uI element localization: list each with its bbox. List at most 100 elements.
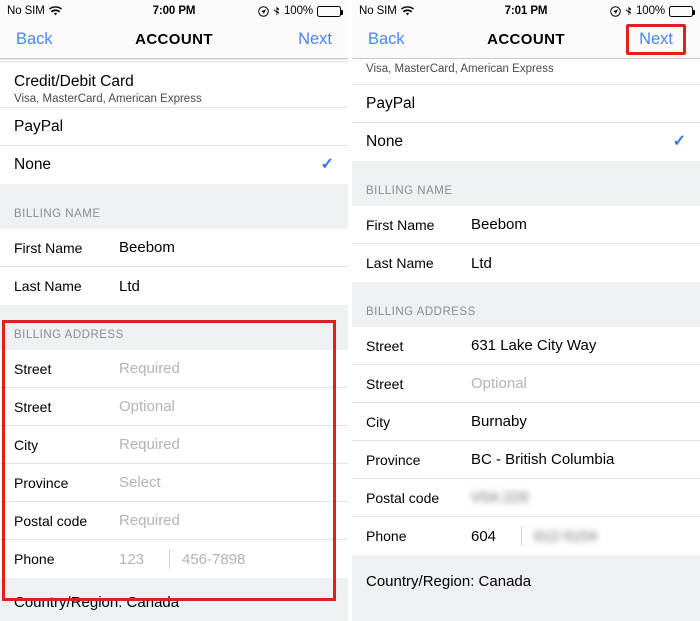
row-label: Province bbox=[366, 451, 421, 468]
row-label: Last Name bbox=[14, 278, 82, 294]
province-select[interactable]: BC - British Columbia bbox=[471, 451, 614, 468]
payment-method-title: None bbox=[14, 156, 52, 173]
navigation-bar: Back ACCOUNT Next bbox=[352, 21, 700, 59]
side-by-side-screenshot-comparison: No SIM 7:00 PM 100% Back ACCOUNT Next Cr… bbox=[0, 0, 700, 621]
postal-code-field[interactable]: Required bbox=[119, 512, 180, 529]
account-form-list: Visa, MasterCard, American Express PayPa… bbox=[352, 59, 700, 600]
billing-address-section-header: BILLING ADDRESS bbox=[0, 305, 348, 350]
battery-percent-label: 100% bbox=[283, 4, 313, 17]
billing-address-group: Street Required Street Optional City Req… bbox=[0, 350, 348, 578]
navigation-bar: Back ACCOUNT Next bbox=[0, 21, 348, 59]
table-row[interactable]: Province BC - British Columbia bbox=[352, 441, 700, 479]
table-row[interactable]: Street Optional bbox=[0, 388, 348, 426]
status-bar: No SIM 7:01 PM 100% bbox=[352, 0, 700, 21]
phone-area-code-field[interactable]: 604 bbox=[471, 528, 515, 545]
list-item[interactable]: Credit/Debit Card Visa, MasterCard, Amer… bbox=[0, 63, 348, 108]
phone-screen-right: No SIM 7:01 PM 100% Back ACCOUNT Next Vi… bbox=[352, 0, 700, 621]
billing-name-section-header: BILLING NAME bbox=[352, 161, 700, 206]
payment-method-group: Credit/Debit Card Visa, MasterCard, Amer… bbox=[0, 63, 348, 184]
account-form-list: Credit/Debit Card Visa, MasterCard, Amer… bbox=[0, 59, 348, 621]
first-name-field[interactable]: Beebom bbox=[119, 239, 175, 256]
list-item[interactable]: PayPal bbox=[352, 85, 700, 123]
table-row[interactable]: Last Name Ltd bbox=[0, 267, 348, 305]
phone-input-group: 604 612-5154 bbox=[471, 526, 597, 546]
row-label: Phone bbox=[366, 528, 407, 544]
wifi-icon bbox=[400, 6, 414, 17]
list-item[interactable]: PayPal bbox=[0, 108, 348, 146]
carrier-label: No SIM bbox=[359, 4, 397, 17]
row-label: First Name bbox=[366, 216, 435, 233]
table-row[interactable]: Last Name Ltd bbox=[352, 244, 700, 282]
street1-field[interactable]: Required bbox=[119, 360, 180, 377]
phone-input-group: 123 456-7898 bbox=[119, 549, 245, 569]
row-label: Street bbox=[14, 398, 52, 415]
last-name-field[interactable]: Ltd bbox=[119, 278, 140, 295]
table-row[interactable]: City Required bbox=[0, 426, 348, 464]
payment-method-subtitle: Visa, MasterCard, American Express bbox=[14, 92, 202, 105]
next-button[interactable]: Next bbox=[294, 28, 336, 51]
row-label: Street bbox=[366, 337, 404, 354]
table-row[interactable]: First Name Beebom bbox=[0, 229, 348, 267]
province-select[interactable]: Select bbox=[119, 474, 161, 491]
payment-method-subtitle: Visa, MasterCard, American Express bbox=[366, 63, 554, 75]
billing-address-group: Street 631 Lake City Way Street Optional… bbox=[352, 327, 700, 555]
phone-divider bbox=[169, 549, 170, 569]
phone-area-code-field[interactable]: 123 bbox=[119, 551, 163, 568]
bluetooth-icon bbox=[625, 6, 632, 18]
billing-name-group: First Name Beebom Last Name Ltd bbox=[0, 229, 348, 305]
phone-number-field[interactable]: 456-7898 bbox=[182, 551, 245, 568]
payment-method-title: PayPal bbox=[14, 117, 64, 135]
location-services-icon bbox=[610, 6, 621, 17]
city-field[interactable]: Burnaby bbox=[471, 413, 527, 430]
country-region-note: Country/Region: Canada bbox=[0, 578, 348, 621]
country-region-note: Country/Region: Canada bbox=[352, 555, 700, 600]
postal-code-field[interactable]: V5A 2Z6 bbox=[471, 489, 529, 506]
checkmark-icon: ✓ bbox=[320, 156, 334, 173]
status-bar: No SIM 7:00 PM 100% bbox=[0, 0, 348, 21]
billing-name-group: First Name Beebom Last Name Ltd bbox=[352, 206, 700, 282]
row-label: Phone bbox=[14, 551, 55, 567]
row-label: Street bbox=[366, 375, 404, 392]
phone-divider bbox=[521, 526, 522, 546]
battery-full-icon bbox=[669, 6, 695, 17]
row-label: City bbox=[366, 413, 391, 430]
row-label: City bbox=[14, 436, 39, 453]
city-field[interactable]: Required bbox=[119, 436, 180, 453]
status-bar-left: No SIM bbox=[359, 5, 414, 17]
next-button[interactable]: Next bbox=[626, 24, 686, 55]
list-item[interactable]: None ✓ bbox=[352, 123, 700, 161]
payment-method-title: PayPal bbox=[366, 94, 416, 112]
table-row[interactable]: Province Select bbox=[0, 464, 348, 502]
back-button[interactable]: Back bbox=[364, 28, 409, 51]
list-item[interactable]: None ✓ bbox=[0, 146, 348, 184]
table-row[interactable]: First Name Beebom bbox=[352, 206, 700, 244]
table-row[interactable]: Phone 123 456-7898 bbox=[0, 540, 348, 578]
phone-number-field[interactable]: 612-5154 bbox=[534, 528, 597, 545]
table-row[interactable]: Street Optional bbox=[352, 365, 700, 403]
billing-name-section-header: BILLING NAME bbox=[0, 184, 348, 229]
row-label: Postal code bbox=[14, 512, 88, 529]
last-name-field[interactable]: Ltd bbox=[471, 255, 492, 272]
street1-field[interactable]: 631 Lake City Way bbox=[471, 337, 596, 354]
first-name-field[interactable]: Beebom bbox=[471, 216, 527, 233]
checkmark-icon: ✓ bbox=[672, 133, 686, 150]
table-row[interactable]: Postal code V5A 2Z6 bbox=[352, 479, 700, 517]
location-services-icon bbox=[258, 6, 269, 17]
table-row[interactable]: Street Required bbox=[0, 350, 348, 388]
street2-field[interactable]: Optional bbox=[119, 398, 175, 415]
row-label: Postal code bbox=[366, 489, 440, 506]
billing-address-section-header: BILLING ADDRESS bbox=[352, 282, 700, 327]
row-label: First Name bbox=[14, 239, 83, 256]
table-row[interactable]: City Burnaby bbox=[352, 403, 700, 441]
table-row[interactable]: Phone 604 612-5154 bbox=[352, 517, 700, 555]
table-row[interactable]: Street 631 Lake City Way bbox=[352, 327, 700, 365]
bluetooth-icon bbox=[273, 6, 280, 18]
status-bar-left: No SIM bbox=[7, 5, 62, 17]
battery-full-icon bbox=[317, 6, 343, 17]
table-row[interactable]: Postal code Required bbox=[0, 502, 348, 540]
phone-screen-left: No SIM 7:00 PM 100% Back ACCOUNT Next Cr… bbox=[0, 0, 348, 621]
list-item-partial[interactable]: Visa, MasterCard, American Express bbox=[352, 59, 700, 85]
street2-field[interactable]: Optional bbox=[471, 375, 527, 392]
back-button[interactable]: Back bbox=[12, 28, 57, 51]
row-label: Street bbox=[14, 360, 52, 377]
